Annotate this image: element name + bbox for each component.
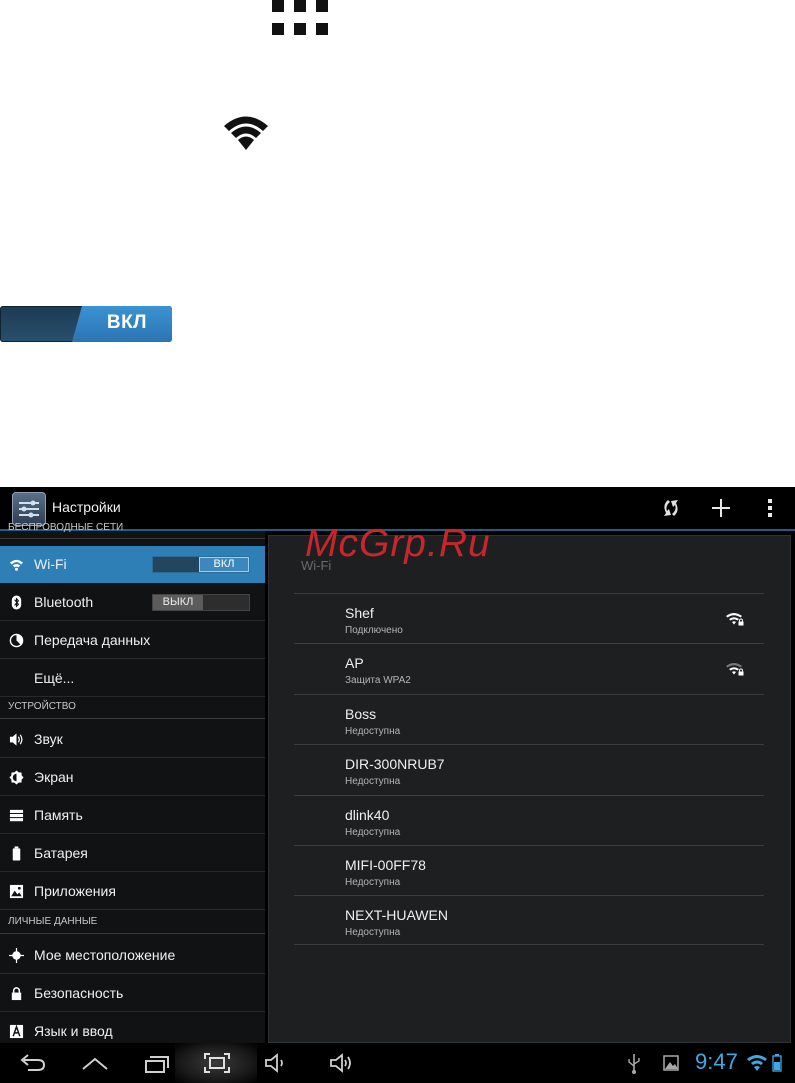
network-item[interactable]: NEXT-HUAWEN Недоступна: [294, 895, 764, 945]
wps-icon[interactable]: [658, 495, 684, 521]
settings-item-label: Экран: [34, 769, 74, 785]
settings-item-label: Передача данных: [34, 632, 151, 648]
data-usage-icon: [9, 633, 24, 648]
add-network-icon[interactable]: [708, 495, 734, 521]
section-header-wireless: БЕСПРОВОДНЫЕ СЕТИ: [0, 523, 265, 539]
wifi-icon: [9, 559, 24, 571]
settings-item-display[interactable]: Экран: [0, 759, 265, 796]
page-title: Настройки: [52, 499, 121, 515]
wifi-toggle[interactable]: ВКЛ: [152, 556, 250, 573]
wifi-networks-panel: Wi-Fi Shef Подключено AP Защита WPA2 Bos…: [268, 535, 791, 1043]
network-name: DIR-300NRUB7: [345, 756, 445, 772]
settings-item-label: Приложения: [34, 883, 116, 899]
settings-item-more[interactable]: Ещё...: [0, 660, 265, 697]
section-header-device: УСТРОЙСТВО: [0, 697, 265, 719]
screenshot-icon[interactable]: [202, 1051, 232, 1075]
tablet-screen: Настройки БЕСПРОВОДНЫЕ СЕТИ Wi-Fi ВКЛ Bl…: [0, 487, 795, 1083]
on-toggle-illustration: ВКЛ: [0, 306, 172, 342]
status-clock: 9:47: [695, 1049, 738, 1074]
on-toggle-label: ВКЛ: [106, 312, 147, 333]
bluetooth-icon: [11, 595, 22, 610]
settings-item-label: Мое местоположение: [34, 947, 176, 963]
network-item[interactable]: MIFI-00FF78 Недоступна: [294, 845, 764, 895]
settings-item-label: Безопасность: [34, 985, 124, 1001]
network-item[interactable]: dlink40 Недоступна: [294, 795, 764, 845]
back-icon[interactable]: [18, 1051, 48, 1075]
network-name: Shef: [345, 605, 374, 621]
all-apps-icon: [272, 0, 332, 38]
recent-apps-icon[interactable]: [142, 1051, 172, 1075]
settings-item-location[interactable]: Мое местоположение: [0, 937, 265, 974]
settings-item-label: Ещё...: [34, 670, 75, 686]
bluetooth-toggle-label: ВЫКЛ: [153, 595, 203, 610]
settings-item-sound[interactable]: Звук: [0, 721, 265, 758]
network-status: Защита WPA2: [345, 675, 411, 686]
settings-item-label: Wi-Fi: [34, 556, 67, 572]
network-status: Недоступна: [345, 776, 401, 787]
network-item[interactable]: Shef Подключено: [294, 593, 764, 643]
network-status: Недоступна: [345, 877, 401, 888]
settings-app-icon[interactable]: [12, 492, 46, 526]
network-status: Недоступна: [345, 827, 401, 838]
sound-icon: [9, 733, 23, 746]
network-item[interactable]: DIR-300NRUB7 Недоступна: [294, 744, 764, 794]
overflow-menu-icon[interactable]: [757, 495, 783, 521]
network-name: NEXT-HUAWEN: [345, 907, 448, 923]
settings-item-label: Bluetooth: [34, 594, 94, 610]
location-icon: [9, 948, 24, 963]
network-status: Подключено: [345, 625, 403, 636]
system-nav-bar: 9:47: [0, 1043, 795, 1083]
settings-item-storage[interactable]: Память: [0, 797, 265, 834]
wifi-signal-locked-icon: [726, 663, 744, 676]
usb-icon: [628, 1054, 640, 1074]
section-header-personal: ЛИЧНЫЕ ДАННЫЕ: [0, 912, 265, 934]
settings-item-wifi[interactable]: Wi-Fi ВКЛ: [0, 546, 265, 583]
settings-item-apps[interactable]: Приложения: [0, 873, 265, 910]
settings-item-label: Язык и ввод: [34, 1023, 113, 1039]
network-status: Недоступна: [345, 726, 401, 737]
wifi-status-icon: [747, 1055, 767, 1071]
network-item[interactable]: AP Защита WPA2: [294, 643, 764, 693]
bluetooth-toggle[interactable]: ВЫКЛ: [152, 594, 250, 611]
apps-icon: [9, 884, 24, 899]
image-notification-icon: [663, 1055, 679, 1071]
wifi-toggle-label: ВКЛ: [199, 557, 249, 572]
language-icon: [9, 1024, 24, 1039]
storage-icon: [9, 809, 24, 822]
settings-item-label: Батарея: [34, 845, 88, 861]
brightness-icon: [9, 770, 24, 785]
watermark: McGrp.Ru: [305, 522, 491, 565]
battery-icon: [12, 846, 21, 861]
battery-status-icon: [772, 1054, 782, 1072]
wifi-icon-large: [224, 116, 268, 150]
settings-item-battery[interactable]: Батарея: [0, 835, 265, 872]
volume-down-icon[interactable]: [262, 1051, 292, 1075]
network-name: Boss: [345, 706, 377, 722]
settings-list: БЕСПРОВОДНЫЕ СЕТИ Wi-Fi ВКЛ Bluetooth ВЫ…: [0, 523, 265, 1050]
network-name: AP: [345, 655, 364, 671]
network-name: dlink40: [345, 807, 390, 823]
settings-item-label: Звук: [34, 731, 63, 747]
volume-up-icon[interactable]: [328, 1051, 358, 1075]
network-item[interactable]: Boss Недоступна: [294, 694, 764, 744]
settings-item-label: Память: [34, 807, 83, 823]
wifi-signal-locked-icon: [726, 613, 744, 626]
network-name: MIFI-00FF78: [345, 857, 426, 873]
lock-icon: [11, 987, 22, 1001]
network-status: Недоступна: [345, 927, 401, 938]
settings-item-data-usage[interactable]: Передача данных: [0, 622, 265, 659]
settings-item-bluetooth[interactable]: Bluetooth ВЫКЛ: [0, 584, 265, 621]
settings-item-security[interactable]: Безопасность: [0, 975, 265, 1012]
home-icon[interactable]: [80, 1051, 110, 1075]
